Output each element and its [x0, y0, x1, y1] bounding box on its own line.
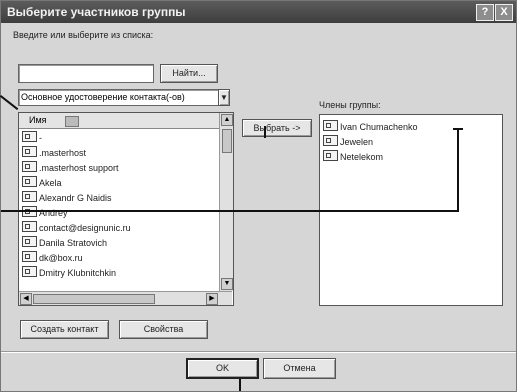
contact-card-icon [22, 236, 37, 247]
scroll-thumb[interactable] [222, 129, 232, 153]
contact-name: Alexandr G Naidis [39, 193, 112, 203]
contact-name: Danila Stratovich [39, 238, 108, 248]
ok-button[interactable]: OK [186, 358, 259, 379]
search-label: Введите или выберите из списка: [13, 30, 154, 40]
scroll-right-icon[interactable]: ▶ [206, 293, 218, 305]
search-input[interactable] [18, 64, 154, 83]
callout-line [453, 128, 463, 130]
list-item[interactable]: Jewelen [323, 135, 373, 149]
callout-line [457, 129, 459, 212]
list-item[interactable]: - [22, 131, 42, 145]
contact-name: Akela [39, 178, 62, 188]
name-column-header: Имя [29, 115, 47, 125]
h-scroll-thumb[interactable] [33, 294, 155, 304]
list-item[interactable]: Akela [22, 176, 62, 190]
list-item[interactable]: .masterhost support [22, 161, 119, 175]
list-item[interactable]: dk@box.ru [22, 251, 83, 265]
separator [1, 351, 516, 353]
contact-name: - [39, 133, 42, 143]
contact-name: .masterhost [39, 148, 87, 158]
contact-name: dk@box.ru [39, 253, 83, 263]
contact-card-icon [22, 131, 37, 142]
list-item[interactable]: Netelekom [323, 150, 383, 164]
contact-card-icon [323, 120, 338, 131]
contacts-list[interactable]: Имя - .masterhost .masterhost support Ak… [18, 112, 234, 306]
select-group-members-dialog: Выберите участников группы ? X Введите и… [0, 0, 517, 392]
contact-card-icon [22, 176, 37, 187]
dialog-title: Выберите участников группы [7, 5, 186, 19]
scroll-up-icon[interactable]: ▲ [221, 114, 233, 126]
list-item[interactable]: Andrey [22, 206, 68, 220]
close-button[interactable]: X [495, 4, 513, 21]
horizontal-scrollbar[interactable]: ◀ ▶ [19, 291, 232, 305]
member-name: Jewelen [340, 137, 374, 147]
scroll-down-icon[interactable]: ▼ [221, 278, 233, 290]
vertical-scrollbar[interactable]: ▲ ▼ [219, 113, 233, 291]
member-name: Ivan Chumachenko [340, 122, 418, 132]
help-button[interactable]: ? [476, 4, 494, 21]
contact-card-icon [22, 251, 37, 262]
new-contact-button[interactable]: Создать контакт [20, 320, 109, 339]
list-item[interactable]: Ivan Chumachenko [323, 120, 418, 134]
callout-line [264, 126, 266, 138]
list-item[interactable]: Danila Stratovich [22, 236, 107, 250]
select-button[interactable]: Выбрать -> [242, 119, 312, 137]
members-label: Члены группы: [319, 100, 381, 110]
list-item[interactable]: Dmitry Klubnitchkin [22, 266, 116, 280]
list-item[interactable]: Alexandr G Naidis [22, 191, 112, 205]
contact-card-icon [22, 221, 37, 232]
address-book-value: Основное удостоверение контакта(-ов) [21, 92, 185, 102]
contact-card-icon [22, 161, 37, 172]
address-book-select[interactable]: Основное удостоверение контакта(-ов) [18, 89, 220, 106]
contact-card-icon [323, 135, 338, 146]
sort-icon [65, 116, 79, 127]
scroll-left-icon[interactable]: ◀ [20, 293, 32, 305]
list-item[interactable]: .masterhost [22, 146, 86, 160]
title-bar[interactable]: Выберите участников группы ? X [1, 1, 516, 23]
contact-name: .masterhost support [39, 163, 119, 173]
properties-button[interactable]: Свойства [119, 320, 208, 339]
chevron-down-icon[interactable]: ▼ [218, 89, 230, 106]
list-item[interactable]: contact@designunic.ru [22, 221, 131, 235]
contacts-header[interactable]: Имя [19, 113, 219, 129]
callout-line [0, 95, 19, 111]
callout-line [1, 210, 459, 212]
cancel-button[interactable]: Отмена [263, 358, 336, 379]
contact-name: Dmitry Klubnitchkin [39, 268, 117, 278]
contact-card-icon [323, 150, 338, 161]
contact-card-icon [22, 146, 37, 157]
callout-line [239, 379, 241, 391]
find-button[interactable]: Найти... [160, 64, 218, 83]
contact-card-icon [22, 191, 37, 202]
contact-card-icon [22, 266, 37, 277]
member-name: Netelekom [340, 152, 384, 162]
contact-name: contact@designunic.ru [39, 223, 131, 233]
